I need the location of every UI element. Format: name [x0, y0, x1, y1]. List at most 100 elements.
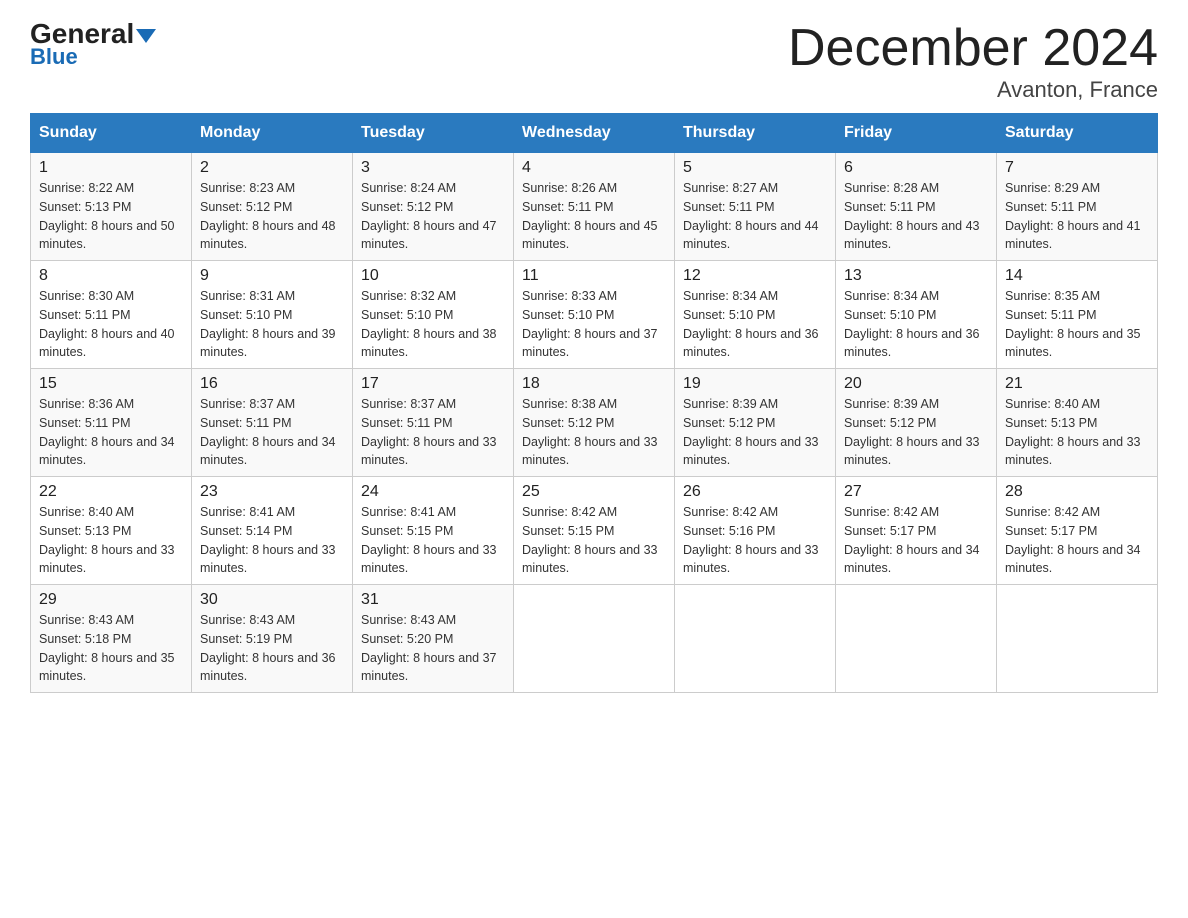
day-number: 27	[844, 483, 988, 501]
col-wednesday: Wednesday	[514, 114, 675, 153]
day-info: Sunrise: 8:39 AMSunset: 5:12 PMDaylight:…	[683, 397, 819, 467]
day-cell	[514, 585, 675, 693]
day-number: 28	[1005, 483, 1149, 501]
day-number: 15	[39, 375, 183, 393]
day-info: Sunrise: 8:39 AMSunset: 5:12 PMDaylight:…	[844, 397, 980, 467]
day-number: 10	[361, 267, 505, 285]
location: Avanton, France	[788, 77, 1158, 103]
day-cell: 3 Sunrise: 8:24 AMSunset: 5:12 PMDaylight…	[353, 153, 514, 261]
day-cell: 31Sunrise: 8:43 AMSunset: 5:20 PMDayligh…	[353, 585, 514, 693]
day-number: 6	[844, 159, 988, 177]
day-info: Sunrise: 8:36 AMSunset: 5:11 PMDaylight:…	[39, 397, 175, 467]
day-number: 20	[844, 375, 988, 393]
day-info: Sunrise: 8:24 AMSunset: 5:12 PMDaylight:…	[361, 181, 497, 251]
header-row: Sunday Monday Tuesday Wednesday Thursday…	[31, 114, 1158, 153]
day-info: Sunrise: 8:43 AMSunset: 5:18 PMDaylight:…	[39, 613, 175, 683]
day-info: Sunrise: 8:28 AMSunset: 5:11 PMDaylight:…	[844, 181, 980, 251]
day-info: Sunrise: 8:29 AMSunset: 5:11 PMDaylight:…	[1005, 181, 1141, 251]
day-number: 19	[683, 375, 827, 393]
logo-triangle-icon	[136, 29, 156, 43]
day-info: Sunrise: 8:42 AMSunset: 5:16 PMDaylight:…	[683, 505, 819, 575]
day-cell: 15 Sunrise: 8:36 AMSunset: 5:11 PMDayligh…	[31, 369, 192, 477]
col-monday: Monday	[192, 114, 353, 153]
day-number: 12	[683, 267, 827, 285]
day-info: Sunrise: 8:35 AMSunset: 5:11 PMDaylight:…	[1005, 289, 1141, 359]
page-title: December 2024	[788, 20, 1158, 77]
day-info: Sunrise: 8:37 AMSunset: 5:11 PMDaylight:…	[200, 397, 336, 467]
day-info: Sunrise: 8:31 AMSunset: 5:10 PMDaylight:…	[200, 289, 336, 359]
day-number: 1	[39, 159, 183, 177]
week-row-2: 8 Sunrise: 8:30 AMSunset: 5:11 PMDaylight…	[31, 261, 1158, 369]
day-number: 14	[1005, 267, 1149, 285]
day-info: Sunrise: 8:43 AMSunset: 5:20 PMDaylight:…	[361, 613, 497, 683]
day-number: 4	[522, 159, 666, 177]
week-row-5: 29 Sunrise: 8:43 AMSunset: 5:18 PMDayligh…	[31, 585, 1158, 693]
day-info: Sunrise: 8:23 AMSunset: 5:12 PMDaylight:…	[200, 181, 336, 251]
logo-sub: Blue	[30, 44, 78, 70]
day-info: Sunrise: 8:33 AMSunset: 5:10 PMDaylight:…	[522, 289, 658, 359]
col-saturday: Saturday	[997, 114, 1158, 153]
day-number: 3	[361, 159, 505, 177]
day-cell: 24Sunrise: 8:41 AMSunset: 5:15 PMDayligh…	[353, 477, 514, 585]
col-thursday: Thursday	[675, 114, 836, 153]
day-cell: 30Sunrise: 8:43 AMSunset: 5:19 PMDayligh…	[192, 585, 353, 693]
day-info: Sunrise: 8:27 AMSunset: 5:11 PMDaylight:…	[683, 181, 819, 251]
day-number: 13	[844, 267, 988, 285]
day-info: Sunrise: 8:32 AMSunset: 5:10 PMDaylight:…	[361, 289, 497, 359]
day-info: Sunrise: 8:34 AMSunset: 5:10 PMDaylight:…	[844, 289, 980, 359]
day-cell: 27 Sunrise: 8:42 AMSunset: 5:17 PMDayligh…	[836, 477, 997, 585]
day-info: Sunrise: 8:43 AMSunset: 5:19 PMDaylight:…	[200, 613, 336, 683]
day-number: 23	[200, 483, 344, 501]
col-sunday: Sunday	[31, 114, 192, 153]
day-number: 11	[522, 267, 666, 285]
day-number: 8	[39, 267, 183, 285]
day-cell: 13 Sunrise: 8:34 AMSunset: 5:10 PMDayligh…	[836, 261, 997, 369]
day-cell: 4 Sunrise: 8:26 AMSunset: 5:11 PMDaylight…	[514, 153, 675, 261]
day-cell: 2 Sunrise: 8:23 AMSunset: 5:12 PMDaylight…	[192, 153, 353, 261]
day-info: Sunrise: 8:41 AMSunset: 5:15 PMDaylight:…	[361, 505, 497, 575]
day-number: 7	[1005, 159, 1149, 177]
day-cell: 14 Sunrise: 8:35 AMSunset: 5:11 PMDayligh…	[997, 261, 1158, 369]
day-info: Sunrise: 8:42 AMSunset: 5:15 PMDaylight:…	[522, 505, 658, 575]
day-info: Sunrise: 8:41 AMSunset: 5:14 PMDaylight:…	[200, 505, 336, 575]
day-cell: 21 Sunrise: 8:40 AMSunset: 5:13 PMDayligh…	[997, 369, 1158, 477]
day-cell: 16 Sunrise: 8:37 AMSunset: 5:11 PMDayligh…	[192, 369, 353, 477]
col-friday: Friday	[836, 114, 997, 153]
col-tuesday: Tuesday	[353, 114, 514, 153]
day-number: 9	[200, 267, 344, 285]
day-number: 21	[1005, 375, 1149, 393]
day-number: 2	[200, 159, 344, 177]
day-cell: 20 Sunrise: 8:39 AMSunset: 5:12 PMDayligh…	[836, 369, 997, 477]
day-cell: 7 Sunrise: 8:29 AMSunset: 5:11 PMDaylight…	[997, 153, 1158, 261]
day-cell: 17Sunrise: 8:37 AMSunset: 5:11 PMDayligh…	[353, 369, 514, 477]
day-number: 18	[522, 375, 666, 393]
day-cell: 1 Sunrise: 8:22 AMSunset: 5:13 PMDaylight…	[31, 153, 192, 261]
day-cell: 11 Sunrise: 8:33 AMSunset: 5:10 PMDayligh…	[514, 261, 675, 369]
day-number: 25	[522, 483, 666, 501]
day-number: 29	[39, 591, 183, 609]
day-info: Sunrise: 8:40 AMSunset: 5:13 PMDaylight:…	[1005, 397, 1141, 467]
day-cell: 23 Sunrise: 8:41 AMSunset: 5:14 PMDayligh…	[192, 477, 353, 585]
day-cell	[675, 585, 836, 693]
day-cell: 18Sunrise: 8:38 AMSunset: 5:12 PMDayligh…	[514, 369, 675, 477]
day-cell	[997, 585, 1158, 693]
day-number: 26	[683, 483, 827, 501]
title-block: December 2024 Avanton, France	[788, 20, 1158, 103]
day-cell: 6 Sunrise: 8:28 AMSunset: 5:11 PMDaylight…	[836, 153, 997, 261]
day-cell: 26 Sunrise: 8:42 AMSunset: 5:16 PMDayligh…	[675, 477, 836, 585]
header: General Blue December 2024 Avanton, Fran…	[30, 20, 1158, 103]
day-info: Sunrise: 8:42 AMSunset: 5:17 PMDaylight:…	[844, 505, 980, 575]
day-info: Sunrise: 8:30 AMSunset: 5:11 PMDaylight:…	[39, 289, 175, 359]
day-cell: 28Sunrise: 8:42 AMSunset: 5:17 PMDayligh…	[997, 477, 1158, 585]
day-cell: 29 Sunrise: 8:43 AMSunset: 5:18 PMDayligh…	[31, 585, 192, 693]
day-info: Sunrise: 8:22 AMSunset: 5:13 PMDaylight:…	[39, 181, 175, 251]
day-info: Sunrise: 8:26 AMSunset: 5:11 PMDaylight:…	[522, 181, 658, 251]
week-row-4: 22Sunrise: 8:40 AMSunset: 5:13 PMDayligh…	[31, 477, 1158, 585]
day-number: 17	[361, 375, 505, 393]
day-number: 5	[683, 159, 827, 177]
day-cell: 12Sunrise: 8:34 AMSunset: 5:10 PMDayligh…	[675, 261, 836, 369]
week-row-1: 1 Sunrise: 8:22 AMSunset: 5:13 PMDaylight…	[31, 153, 1158, 261]
day-number: 16	[200, 375, 344, 393]
page: General Blue December 2024 Avanton, Fran…	[0, 0, 1188, 723]
day-cell: 5 Sunrise: 8:27 AMSunset: 5:11 PMDaylight…	[675, 153, 836, 261]
